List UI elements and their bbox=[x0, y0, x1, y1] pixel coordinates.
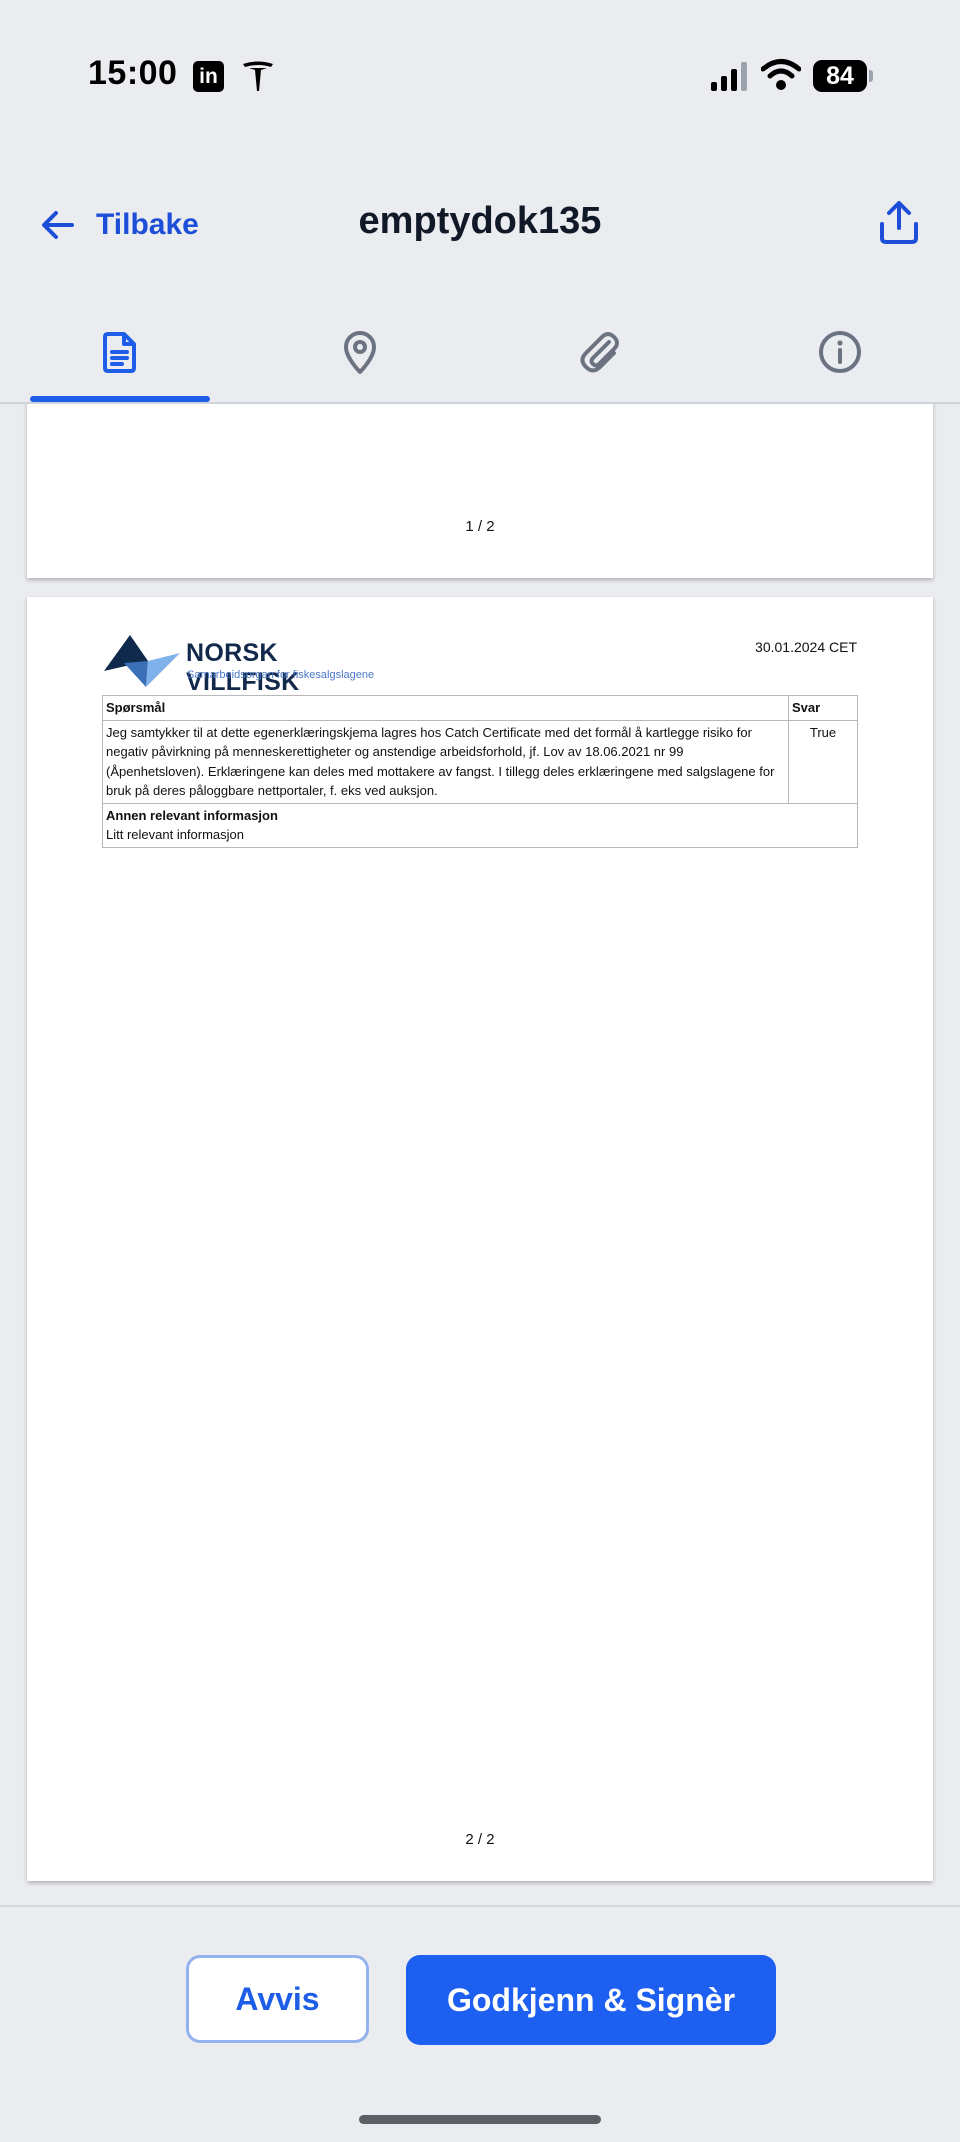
navigation-header: Tilbake emptydok135 bbox=[0, 180, 960, 270]
battery-level: 84 bbox=[813, 60, 867, 92]
document-page-2: NORSK VILLFISK Samarbeidsorgan for fiske… bbox=[27, 597, 933, 1881]
share-icon[interactable] bbox=[874, 198, 924, 248]
document-viewer[interactable]: 1 / 2 NORSK VILLFISK Samarbeidsorgan for… bbox=[0, 404, 960, 1904]
home-indicator[interactable] bbox=[359, 2115, 601, 2124]
status-bar: 15:00 in 84 bbox=[0, 0, 960, 150]
logo-tagline: Samarbeidsorgan for fiskesalgslagene bbox=[187, 669, 375, 681]
app-screen: 15:00 in 84 Tilbake emptydok135 1 / 2 NO… bbox=[0, 0, 960, 2142]
table-row: Annen relevant informasjon Litt relevant… bbox=[102, 802, 858, 848]
page-title: emptydok135 bbox=[358, 200, 602, 242]
tab-location[interactable] bbox=[270, 302, 450, 402]
header-question: Spørsmål bbox=[102, 695, 789, 721]
header-answer: Svar bbox=[788, 695, 858, 721]
signal-icon bbox=[711, 62, 747, 91]
answer-value: True bbox=[788, 719, 858, 804]
approve-sign-button[interactable]: Godkjenn & Signèr bbox=[406, 1955, 776, 2045]
other-info-cell: Annen relevant informasjon Litt relevant… bbox=[102, 802, 858, 848]
other-info-value: Litt relevant informasjon bbox=[106, 827, 245, 842]
active-tab-indicator bbox=[30, 396, 210, 402]
other-info-heading: Annen relevant informasjon bbox=[106, 807, 278, 823]
table-row: Jeg samtykker til at dette egenerklæring… bbox=[102, 719, 858, 804]
declaration-table: Spørsmål Svar Jeg samtykker til at dette… bbox=[102, 695, 858, 848]
document-icon bbox=[103, 332, 136, 373]
logo-mark-icon bbox=[104, 635, 180, 687]
paperclip-icon bbox=[580, 332, 619, 373]
logo-name: NORSK VILLFISK bbox=[186, 639, 300, 696]
info-icon bbox=[819, 331, 861, 373]
battery-cap bbox=[869, 70, 873, 82]
tab-info[interactable] bbox=[750, 302, 930, 402]
page-number: 1 / 2 bbox=[465, 518, 495, 535]
tab-bar bbox=[0, 302, 960, 404]
location-pin-icon bbox=[344, 331, 376, 374]
tab-attachments[interactable] bbox=[510, 302, 690, 402]
linkedin-icon: in bbox=[193, 61, 224, 92]
action-bar: Avvis Godkjenn & Signèr bbox=[0, 1905, 960, 2142]
status-time: 15:00 bbox=[88, 54, 178, 92]
norsk-villfisk-logo: NORSK VILLFISK Samarbeidsorgan for fiske… bbox=[102, 633, 392, 696]
question-text: Jeg samtykker til at dette egenerklæring… bbox=[102, 719, 789, 804]
page-number: 2 / 2 bbox=[465, 1831, 495, 1848]
battery-icon: 84 bbox=[813, 60, 873, 92]
document-page-1: 1 / 2 bbox=[27, 404, 933, 578]
tab-document[interactable] bbox=[30, 302, 210, 402]
reject-button[interactable]: Avvis bbox=[186, 1955, 369, 2043]
wifi-icon bbox=[761, 59, 801, 90]
tesla-icon bbox=[243, 61, 273, 91]
table-header-row: Spørsmål Svar bbox=[102, 695, 858, 721]
document-date: 30.01.2024 CET bbox=[755, 639, 857, 655]
